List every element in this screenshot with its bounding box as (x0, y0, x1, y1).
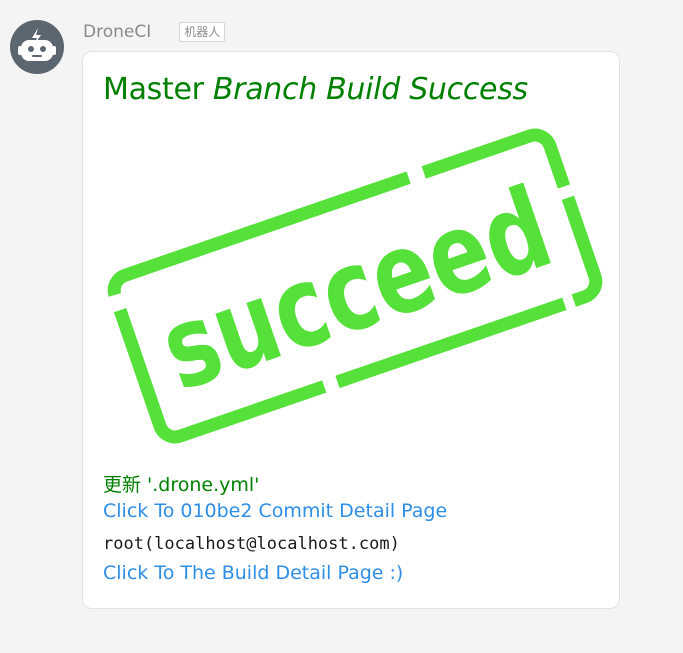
bot-badge: 机器人 (179, 22, 226, 42)
commit-detail-link[interactable]: Click To 010be2 Commit Detail Page (103, 500, 447, 522)
succeed-stamp-image: succeed (107, 128, 603, 444)
message-card: Master Branch Build Success succeed 更新 '… (82, 51, 620, 609)
avatar[interactable] (10, 20, 64, 74)
title-italic: Branch Build Success (212, 72, 528, 107)
build-detail-link[interactable]: Click To The Build Detail Page :) (103, 562, 403, 584)
robot-icon (18, 28, 56, 61)
sender-name[interactable]: DroneCI (83, 22, 151, 42)
title-plain: Master (103, 72, 213, 107)
sender-header: DroneCI 机器人 (83, 21, 226, 43)
commit-message: 更新 '.drone.yml' (103, 474, 260, 496)
message-title: Master Branch Build Success (103, 72, 528, 107)
commit-author: root(localhost@localhost.com) (103, 534, 400, 554)
